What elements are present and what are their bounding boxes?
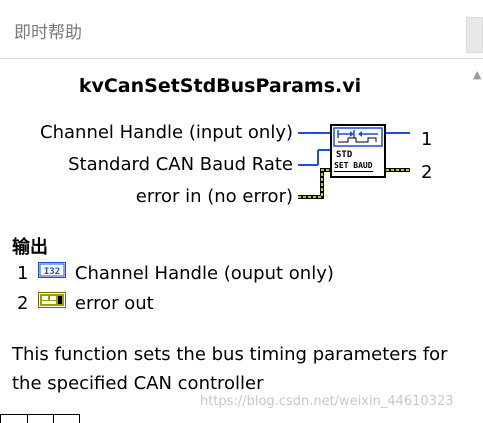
vi-icon-bottom-text: SET BAUD: [334, 161, 373, 172]
wire-input-3: [298, 169, 330, 198]
output-item-number: 2: [17, 293, 29, 314]
output-terminal-2: 2: [421, 162, 433, 183]
description-text: This function sets the bus timing parame…: [12, 344, 448, 394]
output-item-number: 1: [17, 263, 29, 284]
vi-icon: STD SET BAUD: [330, 124, 386, 178]
svg-text:I32: I32: [44, 267, 60, 277]
output-item-1: 1 I32 Channel Handle (ouput only): [17, 261, 334, 285]
vi-icon-top-text: STD: [336, 150, 353, 160]
outputs-section-title: 输出: [12, 237, 48, 258]
wire-input-3-outline: [298, 168, 330, 199]
error-cluster-icon: [38, 291, 67, 313]
output-terminal-1: 1: [421, 129, 433, 150]
i32-icon: I32: [38, 261, 67, 283]
output-item-label: Channel Handle (ouput only): [74, 263, 334, 284]
output-item-label: error out: [74, 293, 154, 314]
watermark: https://blog.csdn.net/weixin_44610323: [200, 394, 454, 409]
output-item-2: 2 error out: [17, 291, 154, 315]
